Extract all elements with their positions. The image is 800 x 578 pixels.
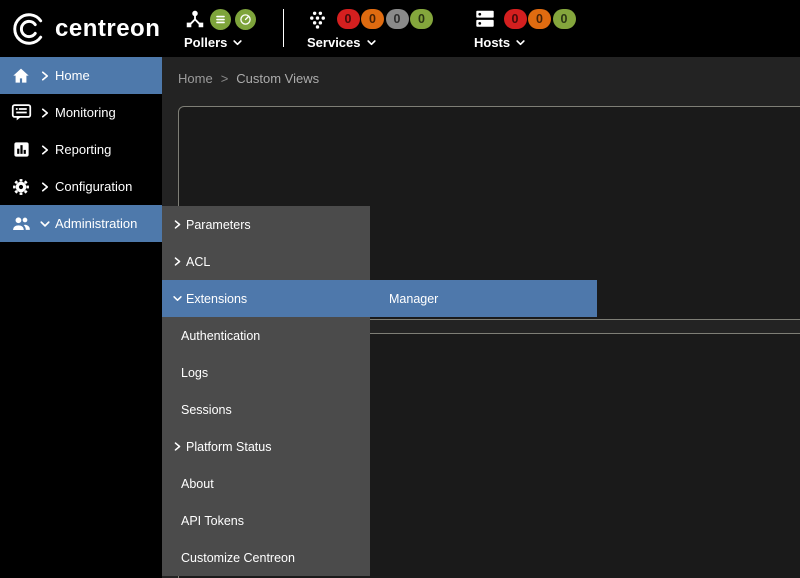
chevron-down-icon <box>38 219 52 229</box>
pollers-icon <box>184 8 206 30</box>
services-warning-badge[interactable]: 0 <box>361 9 384 29</box>
sidebar-item-home[interactable]: Home <box>0 57 162 94</box>
breadcrumb: Home > Custom Views <box>178 71 319 86</box>
submenu-item-label: Customize Centreon <box>181 551 295 565</box>
chevron-down-icon <box>232 39 243 47</box>
submenu-flyout-item-manager[interactable]: Manager <box>370 280 597 317</box>
services-icon <box>307 9 328 30</box>
services-menu[interactable]: 0 0 0 0 Services <box>307 7 433 50</box>
pollers-label: Pollers <box>184 35 227 50</box>
submenu-item-logs[interactable]: Logs <box>162 354 370 391</box>
breadcrumb-separator: > <box>221 71 229 86</box>
centreon-app: centreon <box>0 0 800 578</box>
administration-submenu: Parameters ACL Extensions Authentication… <box>162 206 370 576</box>
chevron-right-icon <box>38 107 52 119</box>
hosts-icon <box>474 8 496 30</box>
chevron-right-icon <box>38 181 52 193</box>
flyout-item-label: Manager <box>389 292 438 306</box>
monitoring-icon <box>10 102 32 124</box>
submenu-item-label: Extensions <box>186 292 247 306</box>
pollers-menu[interactable]: Pollers <box>184 7 256 50</box>
hosts-unreachable-badge[interactable]: 0 <box>528 9 551 29</box>
chevron-right-icon <box>168 256 186 267</box>
services-ok-badge[interactable]: 0 <box>410 9 433 29</box>
sidebar-item-label: Monitoring <box>55 105 116 120</box>
submenu-item-parameters[interactable]: Parameters <box>162 206 370 243</box>
sidebar-item-monitoring[interactable]: Monitoring <box>0 94 162 131</box>
poller-list-icon <box>214 13 227 26</box>
chevron-right-icon <box>38 70 52 82</box>
brand-home-link[interactable]: centreon <box>10 0 160 57</box>
sidebar-item-label: Administration <box>55 216 137 231</box>
submenu-item-about[interactable]: About <box>162 465 370 502</box>
hosts-up-badge[interactable]: 0 <box>553 9 576 29</box>
submenu-item-customize-centreon[interactable]: Customize Centreon <box>162 539 370 576</box>
brand-name: centreon <box>55 15 160 43</box>
submenu-item-api-tokens[interactable]: API Tokens <box>162 502 370 539</box>
sidebar-item-label: Reporting <box>55 142 111 157</box>
submenu-item-label: Parameters <box>186 218 251 232</box>
sidebar-item-reporting[interactable]: Reporting <box>0 131 162 168</box>
submenu-item-label: ACL <box>186 255 210 269</box>
topbar-divider <box>283 9 284 47</box>
hosts-label: Hosts <box>474 35 510 50</box>
chevron-down-icon <box>366 39 377 47</box>
submenu-item-authentication[interactable]: Authentication <box>162 317 370 354</box>
breadcrumb-home-link[interactable]: Home <box>178 71 213 86</box>
chevron-down-icon <box>515 39 526 47</box>
submenu-item-label: Sessions <box>181 403 232 417</box>
submenu-item-label: Logs <box>181 366 208 380</box>
chevron-right-icon <box>38 144 52 156</box>
sidebar-item-label: Home <box>55 68 90 83</box>
services-unknown-badge[interactable]: 0 <box>386 9 409 29</box>
sidebar: Home Monitoring <box>0 57 162 578</box>
centreon-logo-icon <box>10 10 48 48</box>
chevron-right-icon <box>168 441 186 452</box>
submenu-item-label: API Tokens <box>181 514 244 528</box>
sidebar-item-administration[interactable]: Administration <box>0 205 162 242</box>
submenu-item-platform-status[interactable]: Platform Status <box>162 428 370 465</box>
chevron-down-icon <box>168 294 186 303</box>
submenu-item-label: Platform Status <box>186 440 271 454</box>
gear-icon <box>10 176 32 198</box>
topbar: centreon <box>0 0 800 57</box>
breadcrumb-current-page[interactable]: Custom Views <box>236 71 319 86</box>
chevron-right-icon <box>168 219 186 230</box>
submenu-item-label: Authentication <box>181 329 260 343</box>
reporting-icon <box>10 139 32 161</box>
services-label: Services <box>307 35 361 50</box>
hosts-down-badge[interactable]: 0 <box>504 9 527 29</box>
submenu-item-acl[interactable]: ACL <box>162 243 370 280</box>
sidebar-item-configuration[interactable]: Configuration <box>0 168 162 205</box>
submenu-item-extensions[interactable]: Extensions <box>162 280 370 317</box>
submenu-item-label: About <box>181 477 214 491</box>
submenu-item-sessions[interactable]: Sessions <box>162 391 370 428</box>
hosts-menu[interactable]: 0 0 0 Hosts <box>474 7 576 50</box>
poller-latency-status-badge[interactable] <box>235 9 256 30</box>
latency-gauge-icon <box>239 13 252 26</box>
poller-list-status-badge[interactable] <box>210 9 231 30</box>
administration-people-icon <box>10 213 32 235</box>
home-icon <box>10 65 32 87</box>
services-critical-badge[interactable]: 0 <box>337 9 360 29</box>
sidebar-item-label: Configuration <box>55 179 132 194</box>
